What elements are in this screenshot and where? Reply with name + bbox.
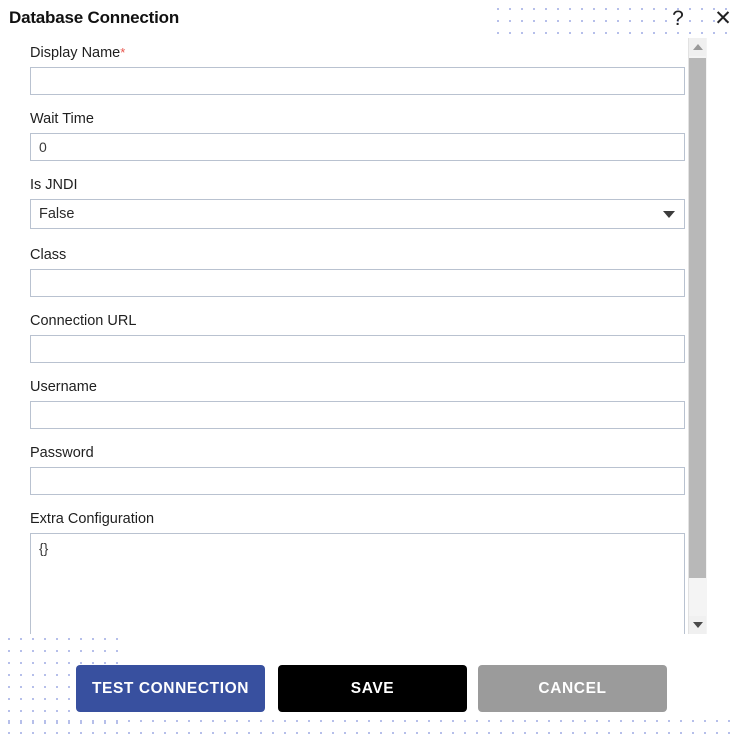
password-input[interactable] [30,467,685,495]
is-jndi-select[interactable]: False [30,199,685,229]
connection-url-input[interactable] [30,335,685,363]
field-group-wait-time: Wait Time [30,110,685,161]
cancel-button[interactable]: CANCEL [478,665,667,712]
chevron-down-icon [693,622,703,628]
display-name-input[interactable] [30,67,685,95]
field-group-password: Password [30,444,685,495]
field-group-is-jndi: Is JNDI False [30,176,685,229]
scrollbar-thumb[interactable] [689,58,706,578]
save-button[interactable]: SAVE [278,665,467,712]
field-label-extra-configuration: Extra Configuration [30,511,155,527]
class-input[interactable] [30,269,685,297]
is-jndi-select-value[interactable]: False [30,199,685,229]
field-group-display-name: Display Name* [30,44,685,95]
field-group-connection-url: Connection URL [30,312,685,363]
page-title: Database Connection [9,8,180,27]
field-label-wait-time: Wait Time [30,111,94,127]
field-group-extra-configuration: Extra Configuration [30,510,685,634]
dialog-titlebar: Database Connection ? ✕ [0,0,736,38]
field-label-username: Username [30,379,97,395]
close-icon[interactable]: ✕ [712,6,734,32]
field-label-class: Class [30,247,67,263]
form-scrollbar[interactable] [688,38,707,634]
wait-time-input[interactable] [30,133,685,161]
scrollbar-up-button[interactable] [689,38,706,56]
field-group-username: Username [30,378,685,429]
field-group-class: Class [30,246,685,297]
scrollbar-down-button[interactable] [689,616,706,634]
field-label-password: Password [30,445,94,461]
help-icon[interactable]: ? [668,6,688,32]
extra-configuration-textarea[interactable] [30,533,685,634]
dialog-footer: TEST CONNECTION SAVE CANCEL [0,634,736,734]
username-input[interactable] [30,401,685,429]
chevron-up-icon [693,44,703,50]
test-connection-button[interactable]: TEST CONNECTION [76,665,265,712]
field-label-connection-url: Connection URL [30,313,137,329]
form-scroll-area: Display Name* Wait Time Is JNDI False Cl… [0,38,688,634]
field-label-is-jndi: Is JNDI [30,177,78,193]
field-label-display-name: Display Name* [30,45,126,61]
required-asterisk: * [120,45,126,60]
